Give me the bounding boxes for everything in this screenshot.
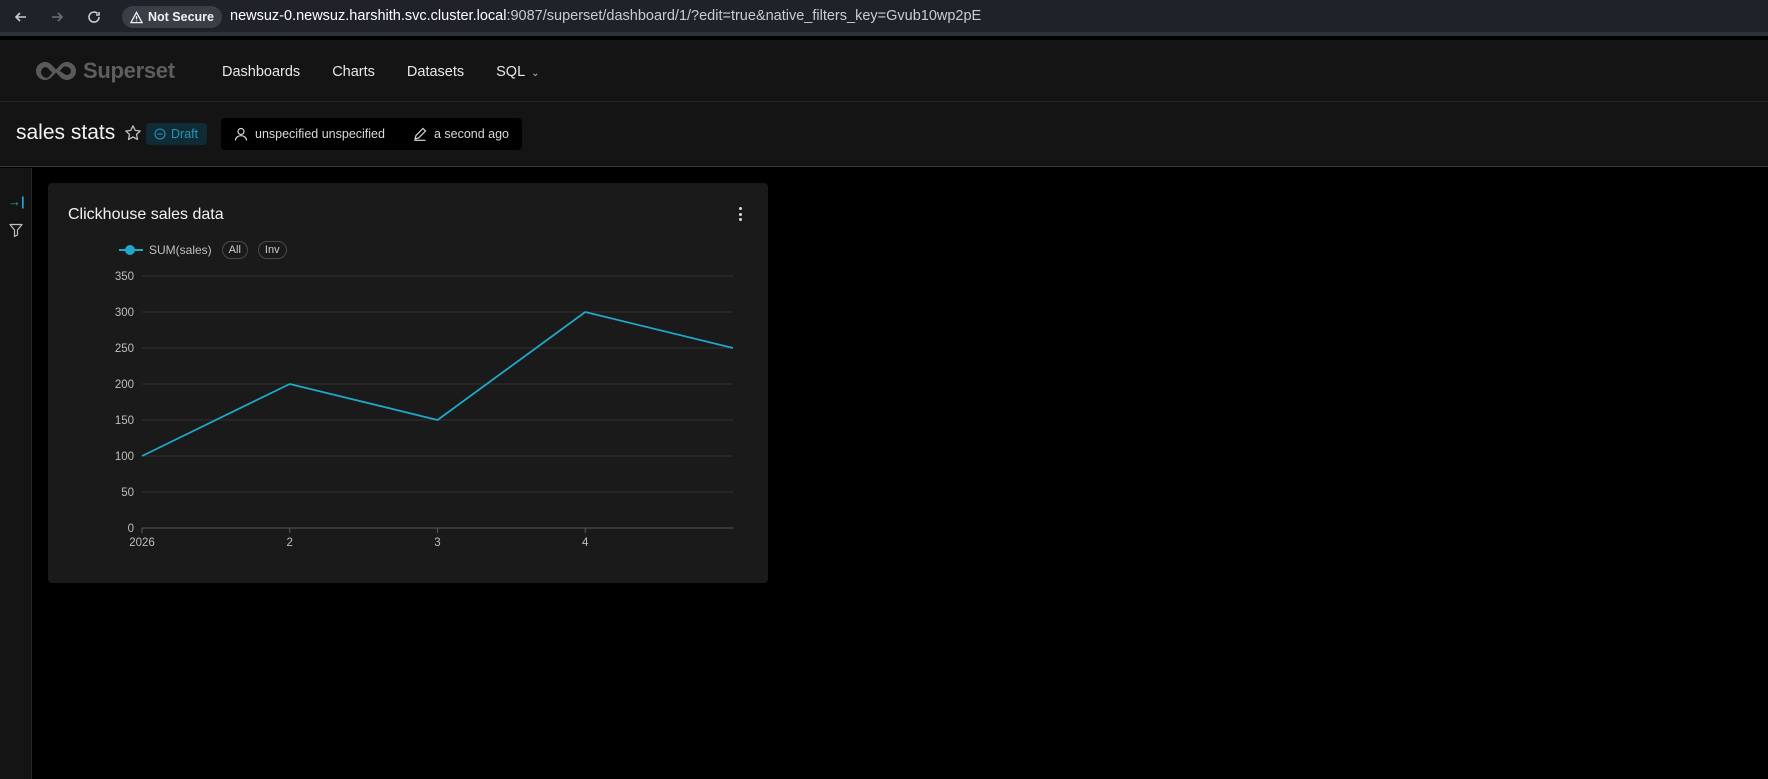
y-tick-label: 100 (115, 451, 134, 463)
draft-label: Draft (171, 127, 199, 141)
x-tick-label: 2 (287, 537, 293, 549)
warning-icon (130, 10, 143, 23)
y-tick-label: 0 (128, 523, 134, 535)
menu-item-dashboards[interactable]: Dashboards (222, 64, 300, 80)
x-tick-label: 2026 (129, 537, 155, 549)
x-tick-label: 4 (582, 537, 589, 549)
menu-item-datasets[interactable]: Datasets (407, 64, 464, 80)
address-bar[interactable]: newsuz-0.newsuz.harshith.svc.cluster.loc… (230, 8, 981, 24)
y-tick-label: 200 (115, 379, 134, 391)
edit-pencil-icon (414, 127, 427, 141)
y-tick-label: 350 (115, 271, 134, 283)
modified-time: a second ago (433, 127, 510, 141)
menu-item-sql[interactable]: SQL ⌄ (496, 64, 539, 80)
not-secure-chip[interactable]: Not Secure (122, 6, 222, 28)
dashboard-header: sales stats Draft unspecified unspecifie… (0, 102, 1768, 167)
app-header: Superset Dashboards Charts Datasets SQL ⌄ (0, 40, 1768, 102)
logo-text: Superset (83, 58, 175, 83)
menu-label: Charts (332, 64, 375, 80)
y-tick-label: 300 (115, 307, 134, 319)
y-tick-label: 50 (121, 487, 134, 499)
dashboard-metadata: unspecified unspecified a second ago (221, 118, 523, 150)
menu-label: Datasets (406, 64, 465, 80)
superset-logo-icon (35, 61, 77, 80)
url-host: newsuz-0.newsuz.harshith.svc.cluster.loc… (230, 8, 507, 24)
x-tick-label: 3 (434, 537, 440, 549)
minus-circle-icon (154, 128, 166, 140)
forward-arrow-icon[interactable] (46, 6, 68, 28)
modified-meta: a second ago (413, 127, 509, 141)
expand-filters-icon[interactable]: →| (8, 194, 25, 209)
filter-icon[interactable] (8, 222, 24, 238)
chart-card: Clickhouse sales data SUM(sales) All Inv… (48, 183, 768, 583)
draft-status-badge[interactable]: Draft (146, 123, 208, 145)
owner-name: unspecified unspecified (255, 127, 385, 141)
main-menu: Dashboards Charts Datasets SQL ⌄ (222, 64, 540, 80)
y-tick-label: 250 (115, 343, 134, 355)
reload-icon[interactable] (83, 6, 105, 28)
filter-sidebar: →| (0, 168, 32, 779)
line-chart: 0 50 100 150 200 250 300 350 2026 2 3 4 (115, 271, 734, 549)
back-arrow-icon[interactable] (10, 6, 32, 28)
menu-label: SQL (496, 64, 526, 80)
security-label: Not Secure (148, 10, 214, 24)
browser-toolbar: Not Secure newsuz-0.newsuz.harshith.svc.… (0, 0, 1768, 36)
chevron-down-icon: ⌄ (531, 67, 540, 79)
menu-label: Dashboards (222, 64, 301, 80)
superset-logo[interactable]: Superset (33, 58, 175, 84)
dashboard-title[interactable]: sales stats (16, 121, 115, 145)
url-path: :9087/superset/dashboard/1/?edit=true&na… (506, 8, 982, 24)
menu-item-charts[interactable]: Charts (332, 64, 375, 80)
owner-meta[interactable]: unspecified unspecified (234, 127, 385, 141)
user-icon (234, 127, 248, 141)
star-icon[interactable] (124, 124, 142, 142)
y-tick-label: 150 (115, 415, 134, 427)
